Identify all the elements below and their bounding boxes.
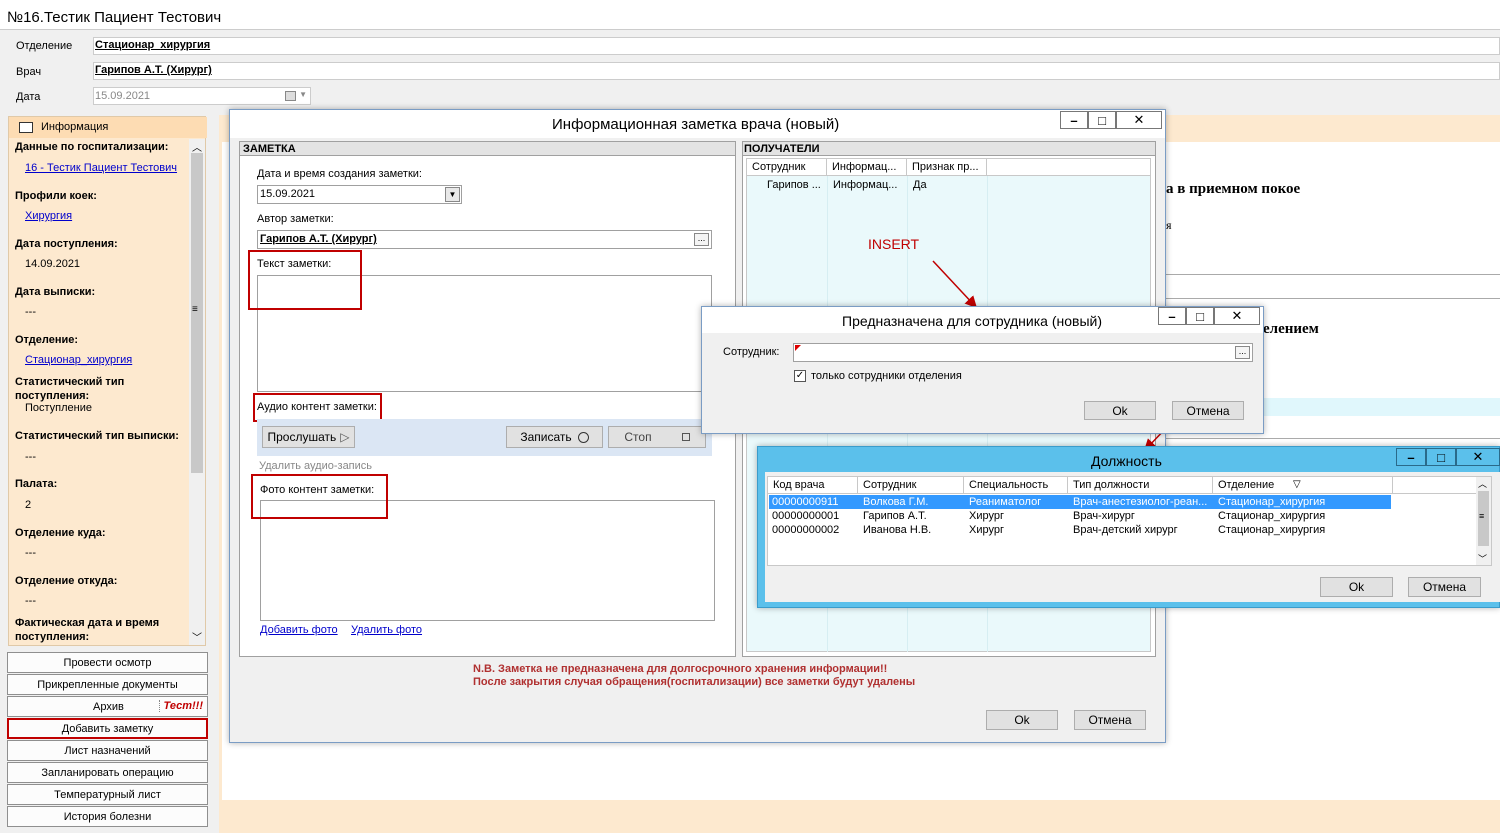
position-col-specialty[interactable]: Специальность — [964, 477, 1068, 494]
dept-only-label: только сотрудники отделения — [811, 370, 962, 382]
position-scroll-down-icon[interactable]: ﹀ — [1478, 552, 1487, 565]
filter-icon[interactable]: ▽ — [1293, 479, 1301, 490]
position-row[interactable]: 00000000001 Гарипов А.Т. Хирург Врач-хир… — [769, 509, 1391, 523]
position-row[interactable]: 00000000002 Иванова Н.В. Хирург Врач-дет… — [769, 523, 1391, 537]
employee-browse-icon[interactable]: ... — [1235, 346, 1250, 359]
position-cell-specialty: Хирург — [969, 510, 1004, 522]
position-cell-type: Врач-детский хирург — [1073, 524, 1178, 536]
position-scroll-grip-icon: ≡ — [1479, 511, 1485, 521]
position-ok-button[interactable]: Ok — [1320, 577, 1393, 597]
position-scroll-up-icon[interactable]: ︿ — [1478, 477, 1487, 490]
position-cell-type: Врач-анестезиолог-реан... — [1073, 496, 1208, 508]
position-col-type[interactable]: Тип должности — [1068, 477, 1213, 494]
position-scrollbar[interactable]: ︿ ≡ ﹀ — [1476, 477, 1491, 565]
position-maximize-icon[interactable]: □ — [1426, 448, 1456, 466]
employee-cancel-button[interactable]: Отмена — [1172, 401, 1244, 420]
position-cell-code: 00000000001 — [772, 510, 840, 522]
position-cell-employee: Волкова Г.М. — [863, 496, 929, 508]
position-cancel-button[interactable]: Отмена — [1408, 577, 1481, 597]
position-cell-dept: Стационар_хирургия — [1218, 510, 1326, 522]
position-close-icon[interactable]: ✕ — [1456, 448, 1500, 466]
position-col-employee[interactable]: Сотрудник — [858, 477, 964, 494]
required-marker-icon — [795, 345, 801, 351]
position-cell-dept: Стационар_хирургия — [1218, 524, 1326, 536]
position-cell-specialty: Хирург — [969, 524, 1004, 536]
position-grid-header: Код врача Сотрудник Специальность Тип до… — [768, 477, 1476, 494]
position-minimize-icon[interactable]: – — [1396, 448, 1426, 466]
position-cancel-label: Отмена — [1422, 580, 1467, 594]
employee-close-icon[interactable]: ✕ — [1214, 307, 1260, 325]
employee-maximize-icon[interactable]: □ — [1186, 307, 1214, 325]
employee-label: Сотрудник: — [723, 346, 780, 358]
position-row-selected[interactable]: 00000000911 Волкова Г.М. Реаниматолог Вр… — [769, 495, 1391, 509]
position-cell-code: 00000000002 — [772, 524, 840, 536]
position-col-dept[interactable]: Отделение — [1213, 477, 1393, 494]
position-cell-dept: Стационар_хирургия — [1218, 496, 1326, 508]
employee-dialog-title: Предназначена для сотрудника (новый) — [842, 313, 1102, 329]
employee-dialog: Предназначена для сотрудника (новый) – □… — [701, 306, 1264, 434]
employee-ok-button[interactable]: Ok — [1084, 401, 1156, 420]
insert-arrow — [932, 260, 978, 309]
position-cell-employee: Гарипов А.Т. — [863, 510, 927, 522]
position-ok-label: Ok — [1348, 580, 1365, 594]
position-dialog-title: Должность — [1091, 453, 1162, 469]
position-cell-code: 00000000911 — [772, 496, 839, 508]
employee-cancel-label: Отмена — [1186, 403, 1230, 418]
position-dialog: Должность – □ ✕ Код врача Сотрудник Спец… — [757, 446, 1500, 608]
position-col-code[interactable]: Код врача — [768, 477, 858, 494]
employee-dialog-title-bar: Предназначена для сотрудника (новый) – □… — [702, 307, 1263, 333]
employee-minimize-icon[interactable]: – — [1158, 307, 1186, 325]
position-cell-specialty: Реаниматолог — [969, 496, 1042, 508]
position-cell-employee: Иванова Н.В. — [863, 524, 932, 536]
employee-field[interactable]: ... — [793, 343, 1253, 362]
position-grid: Код врача Сотрудник Специальность Тип до… — [767, 476, 1492, 566]
position-cell-type: Врач-хирург — [1073, 510, 1135, 522]
dept-only-checkbox[interactable]: ✓ — [794, 370, 806, 382]
employee-ok-label: Ok — [1112, 403, 1128, 418]
